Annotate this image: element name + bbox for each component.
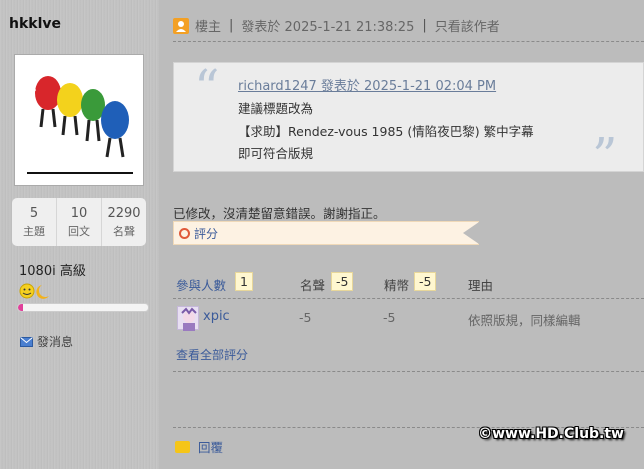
rater-username[interactable]: xpic <box>203 309 230 324</box>
quote-open-icon: “ <box>194 59 220 117</box>
divider <box>173 298 644 299</box>
reason-label: 理由 <box>468 278 494 293</box>
send-message-label: 發消息 <box>37 335 74 349</box>
avatar[interactable] <box>14 54 144 186</box>
send-message-link[interactable]: 發消息 <box>20 333 73 350</box>
essence-total: -5 <box>414 272 437 291</box>
rate-icon <box>179 228 190 239</box>
reply-icon <box>175 440 190 453</box>
rate-label: 評分 <box>194 226 219 241</box>
user-sidebar: hkklve 5 主題 10 回文 2290 名聲 1080i 高級 發消息 <box>0 0 159 469</box>
stat-label: 名聲 <box>113 225 135 238</box>
rating-row: xpic -5 -5 依照版規，同樣編輯 <box>173 306 644 332</box>
quote-line: 【求助】Rendez-vous 1985 (情陷夜巴黎) 繁中字幕 <box>238 124 534 139</box>
floor-label: 樓主 <box>195 20 222 35</box>
reply-button[interactable]: 回覆 <box>175 437 223 456</box>
avatar-image <box>25 76 133 174</box>
rater-essence: -5 <box>383 310 396 325</box>
user-stats: 5 主題 10 回文 2290 名聲 <box>12 198 146 246</box>
user-rank: 1080i 高級 <box>19 264 86 279</box>
participants-label[interactable]: 參與人數 <box>176 275 226 294</box>
reply-label: 回覆 <box>198 440 224 455</box>
essence-label: 精幣 <box>384 278 410 293</box>
quote-block: “ richard1247 發表於 2025-1-21 02:04 PM 建議標… <box>173 59 644 181</box>
stat-value: 10 <box>70 206 88 221</box>
username[interactable]: hkklve <box>9 16 61 32</box>
stat-value: 5 <box>29 206 39 221</box>
post-timestamp: 發表於 2025-1-21 21:38:25 <box>241 20 415 35</box>
stat-label: 回文 <box>68 225 90 238</box>
separator: | <box>229 18 234 33</box>
separator: | <box>422 18 427 33</box>
stat-value: 2290 <box>107 206 141 221</box>
participants-count: 1 <box>235 272 253 291</box>
watermark: ©www.HD.Club.tw <box>478 426 624 442</box>
rater-reason: 依照版規，同樣編輯 <box>468 313 581 328</box>
quote-line: 即可符合版規 <box>238 146 314 161</box>
quote-author-link[interactable]: richard1247 發表於 2025-1-21 02:04 PM <box>238 75 496 94</box>
fame-label: 名聲 <box>300 278 326 293</box>
stat-fame[interactable]: 2290 名聲 <box>102 198 146 246</box>
quote-line: 建議標題改為 <box>238 101 314 116</box>
stat-replies[interactable]: 10 回文 <box>57 198 102 246</box>
stat-topics[interactable]: 5 主題 <box>12 198 57 246</box>
level-progress-bar <box>17 303 149 312</box>
medal-icon <box>19 283 49 299</box>
divider <box>173 41 644 42</box>
rate-bar-notch <box>463 222 479 244</box>
mail-icon <box>20 336 33 347</box>
rater-avatar[interactable] <box>177 306 199 331</box>
post-main: 樓主 | 發表於 2025-1-21 21:38:25 | 只看該作者 “ ri… <box>159 0 644 469</box>
view-all-ratings-link[interactable]: 查看全部評分 <box>176 346 248 363</box>
quote-close-icon: ” <box>592 127 618 185</box>
owner-icon <box>173 17 189 34</box>
rater-fame: -5 <box>299 310 312 325</box>
rate-button[interactable]: 評分 <box>173 221 479 245</box>
level-progress-fill <box>18 304 24 311</box>
divider <box>173 371 644 372</box>
post-body: 已修改，沒清楚留意錯誤。謝謝指正。 <box>173 206 386 221</box>
post-header: 樓主 | 發表於 2025-1-21 21:38:25 | 只看該作者 <box>173 16 500 35</box>
stat-label: 主題 <box>23 225 45 238</box>
fame-total: -5 <box>331 272 354 291</box>
only-author-link[interactable]: 只看該作者 <box>435 16 500 35</box>
ratings-header: 參與人數 1 名聲 -5 精幣 -5 理由 <box>173 272 644 294</box>
